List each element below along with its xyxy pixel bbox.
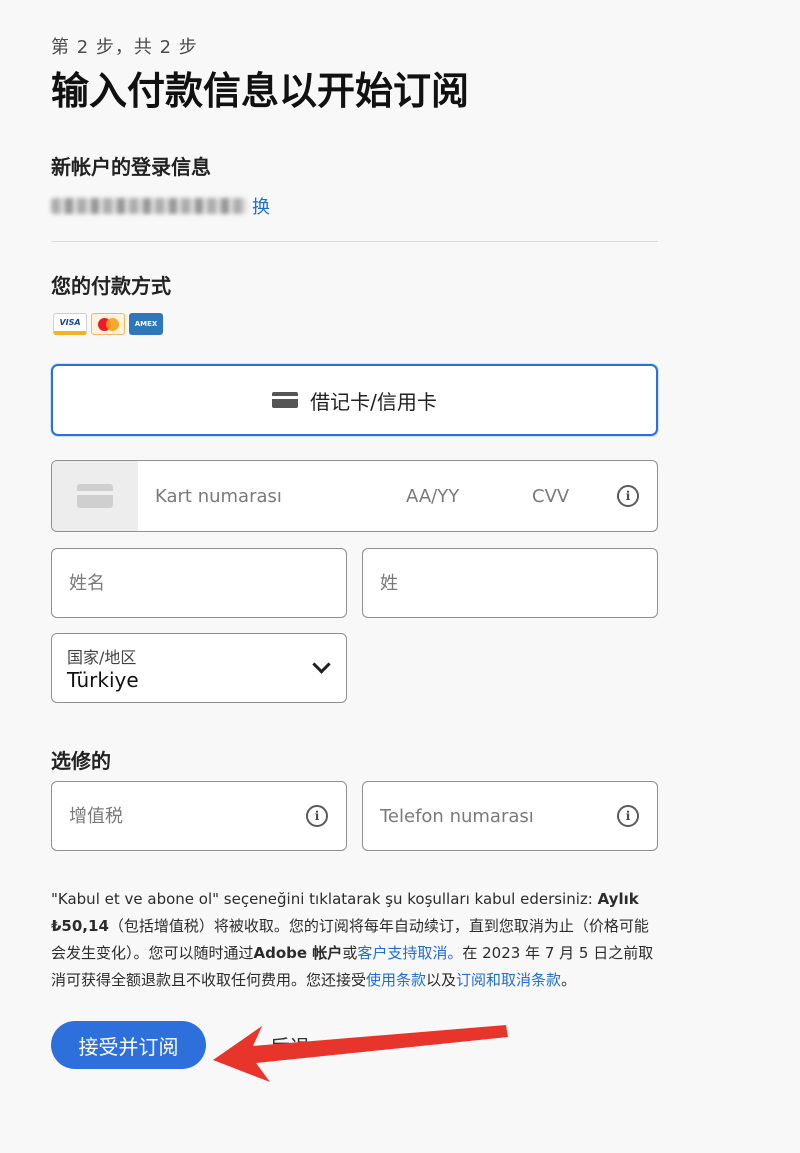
card-logos: VISA AMEX [53, 313, 163, 335]
country-label: 国家/地区 [67, 648, 137, 667]
first-name-field[interactable] [51, 548, 347, 618]
legal-text: "Kabul et ve abone ol" seçeneğini tıklat… [51, 886, 661, 994]
page-title: 输入付款信息以开始订阅 [51, 69, 470, 113]
card-details-row: i [51, 460, 658, 532]
subscription-terms-link[interactable]: 订阅和取消条款 [456, 971, 561, 989]
step-indicator: 第 2 步，共 2 步 [51, 37, 198, 58]
optional-heading: 选修的 [51, 749, 111, 773]
vat-input[interactable] [67, 804, 271, 828]
customer-support-link[interactable]: 客户支持取消。 [357, 944, 462, 962]
expiry-input[interactable] [404, 484, 508, 508]
legal-text-part: "Kabul et ve abone ol" seçeneğini tıklat… [51, 890, 598, 908]
terms-of-use-link[interactable]: 使用条款 [366, 971, 426, 989]
phone-input[interactable] [378, 804, 582, 828]
change-account-link[interactable]: 换 [252, 193, 270, 219]
country-value: Türkiye [67, 668, 139, 692]
info-icon[interactable]: i [617, 485, 639, 507]
payment-heading: 您的付款方式 [51, 274, 171, 298]
legal-text-part: 。 [561, 971, 577, 989]
card-icon-box [52, 461, 138, 531]
credit-card-icon [77, 484, 113, 508]
info-icon[interactable]: i [306, 805, 328, 827]
account-heading: 新帐户的登录信息 [51, 155, 211, 179]
adobe-account-text: Adobe 帐户 [253, 944, 343, 962]
mastercard-logo-icon [91, 313, 125, 335]
payment-method-label: 借记卡/信用卡 [310, 389, 437, 414]
legal-text-part: 或 [342, 944, 358, 962]
redacted-email [51, 198, 247, 214]
first-name-input[interactable] [67, 571, 271, 595]
chevron-down-icon [312, 655, 331, 674]
vat-field[interactable]: i [51, 781, 347, 851]
last-name-input[interactable] [378, 571, 582, 595]
back-button[interactable]: 后退 [264, 1030, 316, 1061]
last-name-field[interactable] [362, 548, 658, 618]
visa-logo-icon: VISA [53, 313, 87, 335]
credit-card-icon [272, 391, 299, 409]
payment-method-card-button[interactable]: 借记卡/信用卡 [51, 364, 658, 436]
accept-subscribe-button[interactable]: 接受并订阅 [51, 1021, 206, 1069]
card-number-input[interactable] [153, 484, 387, 508]
account-email-line: 换 [51, 193, 270, 219]
legal-text-part: 以及 [426, 971, 457, 989]
country-select[interactable]: 国家/地区 Türkiye [51, 633, 347, 703]
amex-logo-icon: AMEX [129, 313, 163, 335]
phone-field[interactable]: i [362, 781, 658, 851]
annotation-arrow-shape [213, 1025, 508, 1082]
divider [51, 241, 658, 242]
cvv-input[interactable] [530, 484, 604, 508]
info-icon[interactable]: i [617, 805, 639, 827]
